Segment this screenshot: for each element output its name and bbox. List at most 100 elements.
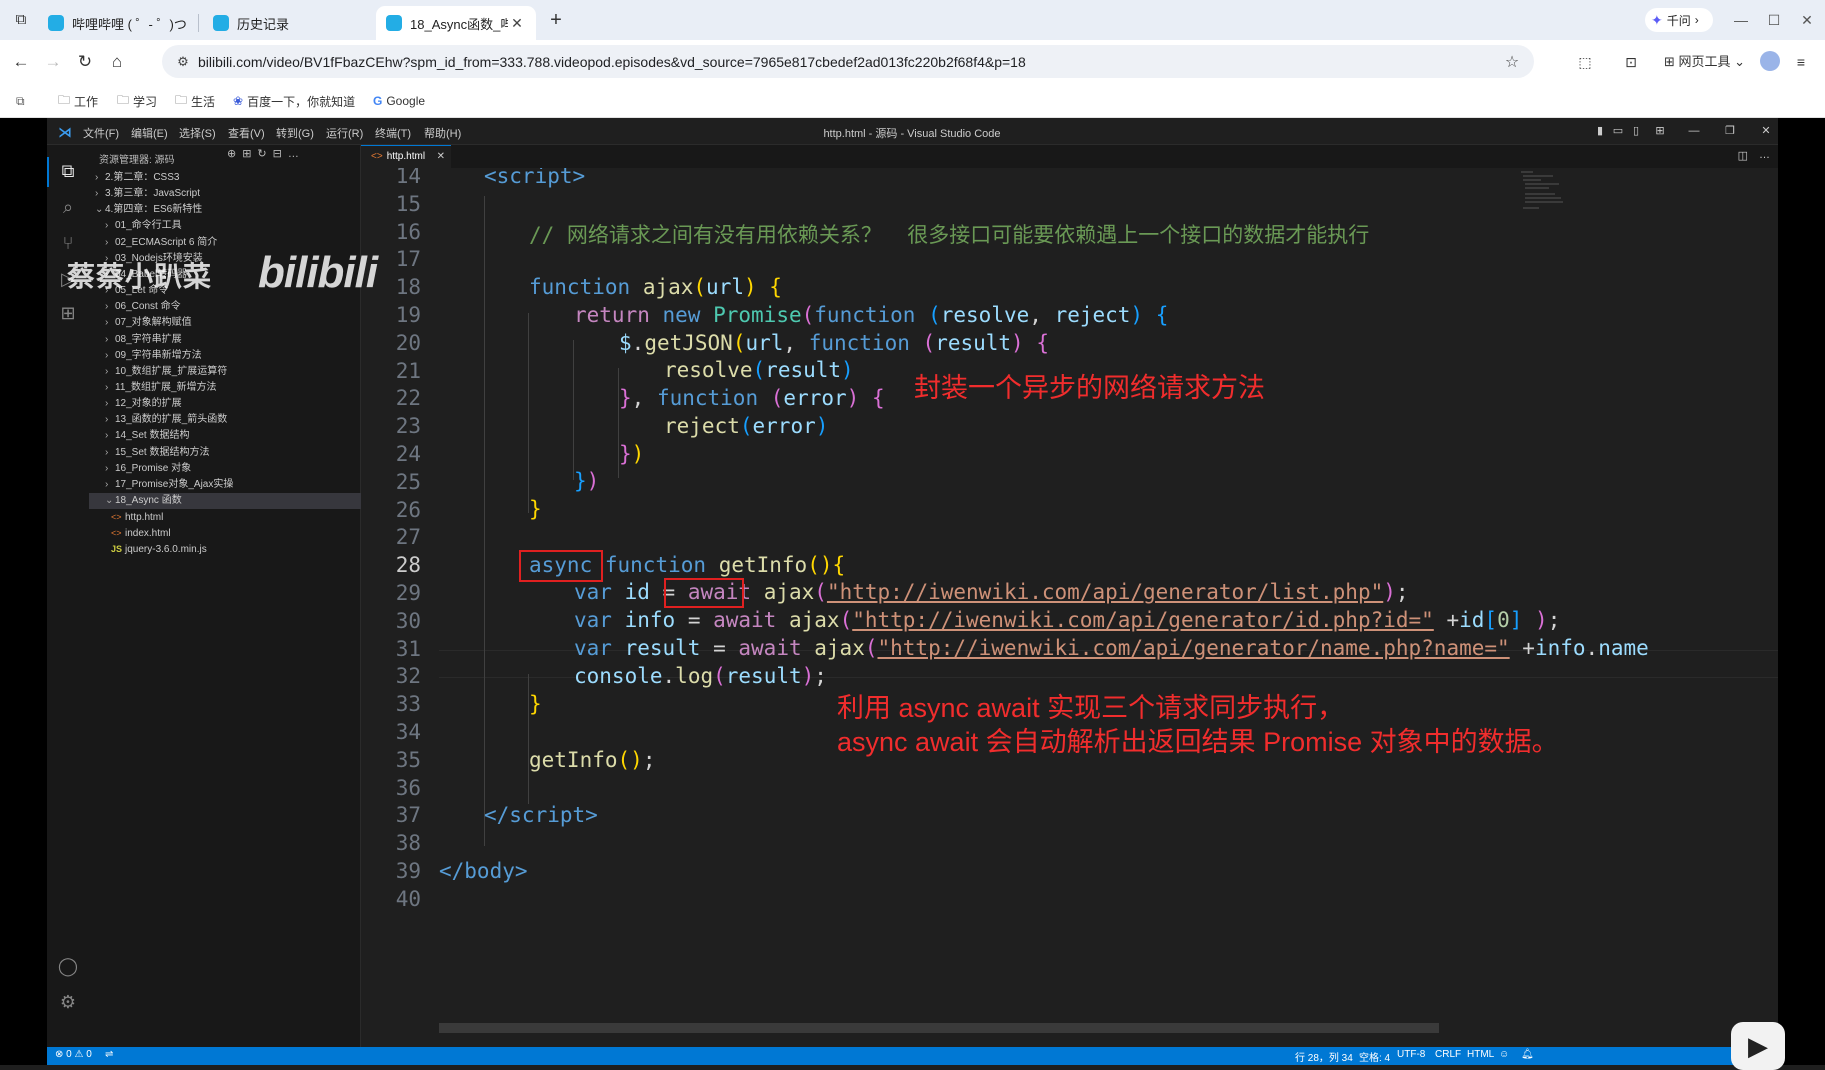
tree-item-label: 16_Promise 对象 xyxy=(115,462,192,474)
problems-status[interactable]: ⊗ 0 ⚠ 0 xyxy=(55,1049,92,1060)
bilibili-tv-icon[interactable]: ▶ xyxy=(1731,1022,1785,1070)
address-bar[interactable]: ⚙ bilibili.com/video/BV1fFbazCEhw?spm_id… xyxy=(162,45,1534,78)
bookmark-google[interactable]: G Google xyxy=(373,92,425,110)
folder-icon: 🗀 xyxy=(117,92,130,107)
bookmark-study[interactable]: 🗀 学习 xyxy=(117,92,157,110)
explorer-icon[interactable]: ⧉ xyxy=(56,159,80,183)
maximize-icon[interactable]: ☐ xyxy=(1762,8,1786,32)
tree-item[interactable]: <> http.html xyxy=(89,509,361,525)
tree-item[interactable]: › 14_Set 数据结构 xyxy=(89,428,361,444)
eol-status[interactable]: CRLF xyxy=(1435,1049,1461,1060)
site-info-icon[interactable]: ⚙ xyxy=(168,54,198,70)
code-editor[interactable]: 14 15 16 17 18 19 20 21 22 23 24 25 26 27 28 29 30 31 32 33… xyxy=(361,168,1778,1047)
cursor-position[interactable]: 行 28，列 34 xyxy=(1295,1049,1353,1064)
code-line-31: var result = await ajax("http://iwenwiki… xyxy=(574,636,1649,660)
tree-item[interactable]: ⌄ 18_Async 函数 xyxy=(89,493,361,509)
line-number: 22 xyxy=(395,386,421,411)
tree-item[interactable]: JS jquery-3.6.0.min.js xyxy=(89,541,361,557)
video-player[interactable]: ⋊ 文件(F) 编辑(E) 选择(S) 查看(V) 转到(G) 运行(R) 终端… xyxy=(0,118,1825,1070)
tree-item[interactable]: › 07_对象解构赋值 xyxy=(89,315,361,331)
vscode-restore-icon[interactable]: ❐ xyxy=(1721,122,1739,140)
language-status[interactable]: HTML xyxy=(1467,1049,1494,1060)
bookmark-work[interactable]: 🗀 工作 xyxy=(58,92,98,110)
explorer-actions[interactable]: ⊕⊞↻⊟… xyxy=(227,147,305,160)
apps-icon[interactable]: ⧉ xyxy=(16,92,29,110)
browser-tab-bilibili-home[interactable]: 哔哩哔哩 ( ゜- ゜)つロ 干杯~-bilibili xyxy=(38,6,198,40)
notifications-bell-icon[interactable]: 🔔︎ xyxy=(1521,1049,1534,1060)
tree-item[interactable]: › 06_Const 命令 xyxy=(89,299,361,315)
tree-item[interactable]: › 08_字符串扩展 xyxy=(89,332,361,348)
tree-item[interactable]: › 3.第三章：JavaScript xyxy=(89,186,361,202)
indentation-status[interactable]: 空格: 4 xyxy=(1359,1049,1390,1064)
back-arrow-icon[interactable]: ← xyxy=(9,50,33,74)
tab-actions-icon[interactable]: ⧉ xyxy=(10,10,32,30)
menu-view[interactable]: 查看(V) xyxy=(228,125,265,141)
account-icon[interactable]: ◯ xyxy=(56,954,80,978)
feedback-icon[interactable]: ☺ xyxy=(1499,1049,1509,1060)
vscode-minimize-icon[interactable]: — xyxy=(1685,122,1703,140)
menu-selection[interactable]: 选择(S) xyxy=(179,125,216,141)
more-actions-icon[interactable]: … xyxy=(1759,149,1770,161)
tree-item[interactable]: › 09_字符串新增方法 xyxy=(89,348,361,364)
line-number: 25 xyxy=(395,469,421,494)
menu-terminal[interactable]: 终端(T) xyxy=(375,125,411,141)
forward-arrow-icon[interactable]: → xyxy=(41,50,65,74)
split-editor-icon[interactable]: ◫ xyxy=(1738,149,1748,162)
extensions-icon[interactable]: ⊞ xyxy=(56,301,80,325)
minimize-icon[interactable]: — xyxy=(1729,8,1753,32)
await-highlight-box xyxy=(664,578,744,608)
toggle-panel-icon[interactable]: ▭ xyxy=(1609,122,1627,140)
source-control-icon[interactable]: ⑂ xyxy=(56,231,80,255)
tree-item[interactable]: ⌄ 4.第四章：ES6新特性 xyxy=(89,202,361,218)
close-tab-icon[interactable]: ✕ xyxy=(508,15,526,32)
tree-item[interactable]: › 12_对象的扩展 xyxy=(89,396,361,412)
close-editor-icon[interactable]: ✕ xyxy=(437,146,445,168)
tree-item[interactable]: › 17_Promise对象_Ajax实操 xyxy=(89,477,361,493)
settings-gear-icon[interactable]: ⚙ xyxy=(56,990,80,1014)
code-line-37: </script> xyxy=(484,803,598,827)
tree-item[interactable]: › 11_数组扩展_新增方法 xyxy=(89,380,361,396)
home-icon[interactable]: ⌂ xyxy=(105,50,129,74)
google-icon: G xyxy=(373,94,383,108)
bookmark-star-icon[interactable]: ☆ xyxy=(1498,52,1526,72)
browser-tab-history[interactable]: 历史记录 xyxy=(203,6,375,40)
screenshot-icon[interactable]: ⊡ xyxy=(1620,51,1642,73)
extensions-icon[interactable]: ⬚ xyxy=(1574,51,1596,73)
editor-tab-http-html[interactable]: <> http.html ✕ xyxy=(361,145,451,168)
tree-item[interactable]: › 15_Set 数据结构方法 xyxy=(89,445,361,461)
tree-item[interactable]: › 2.第二章：CSS3 xyxy=(89,170,361,186)
reload-icon[interactable]: ↻ xyxy=(73,50,97,74)
menu-edit[interactable]: 编辑(E) xyxy=(131,125,168,141)
bookmark-baidu[interactable]: ❀ 百度一下，你就知道 xyxy=(233,92,355,110)
tree-item-label: 14_Set 数据结构 xyxy=(115,430,190,442)
close-window-icon[interactable]: ✕ xyxy=(1795,8,1819,32)
menu-file[interactable]: 文件(F) xyxy=(83,125,119,141)
minimap[interactable] xyxy=(1519,168,1579,228)
url-text[interactable]: bilibili.com/video/BV1fFbazCEhw?spm_id_f… xyxy=(198,54,1498,70)
remote-icon[interactable]: ⇌ xyxy=(105,1049,113,1060)
browser-tab-async[interactable]: 18_Async函数_哔哩哔哩_bilibili ✕ xyxy=(376,6,536,40)
toggle-secondary-sidebar-icon[interactable]: ▯ xyxy=(1627,122,1645,140)
tree-item[interactable]: › 16_Promise 对象 xyxy=(89,461,361,477)
active-indicator xyxy=(47,157,49,187)
horizontal-scrollbar[interactable] xyxy=(439,1023,1439,1033)
tree-item[interactable]: › 10_数组扩展_扩展运算符 xyxy=(89,364,361,380)
tree-item[interactable]: <> index.html xyxy=(89,525,361,541)
web-tools-button[interactable]: ⊞ 网页工具 ⌄ xyxy=(1664,51,1745,73)
profile-avatar[interactable] xyxy=(1760,51,1780,71)
menu-run[interactable]: 运行(R) xyxy=(326,125,363,141)
tree-item-label: 12_对象的扩展 xyxy=(115,398,182,410)
menu-icon[interactable]: ≡ xyxy=(1790,51,1812,73)
tree-item[interactable]: › 13_函数的扩展_箭头函数 xyxy=(89,412,361,428)
search-icon[interactable]: ⌕ xyxy=(56,195,80,219)
bookmark-life[interactable]: 🗀 生活 xyxy=(175,92,215,110)
layout-icon[interactable]: ⊞ xyxy=(1651,122,1669,140)
tree-item[interactable]: › 01_命令行工具 xyxy=(89,218,361,234)
toggle-sidebar-icon[interactable]: ▮ xyxy=(1591,122,1609,140)
menu-go[interactable]: 转到(G) xyxy=(276,125,314,141)
qianwen-button[interactable]: ✦ 千问 › xyxy=(1645,8,1713,32)
encoding-status[interactable]: UTF-8 xyxy=(1397,1049,1425,1060)
new-tab-button[interactable]: + xyxy=(544,9,568,33)
menu-help[interactable]: 帮助(H) xyxy=(424,125,461,141)
vscode-close-icon[interactable]: ✕ xyxy=(1757,122,1775,140)
